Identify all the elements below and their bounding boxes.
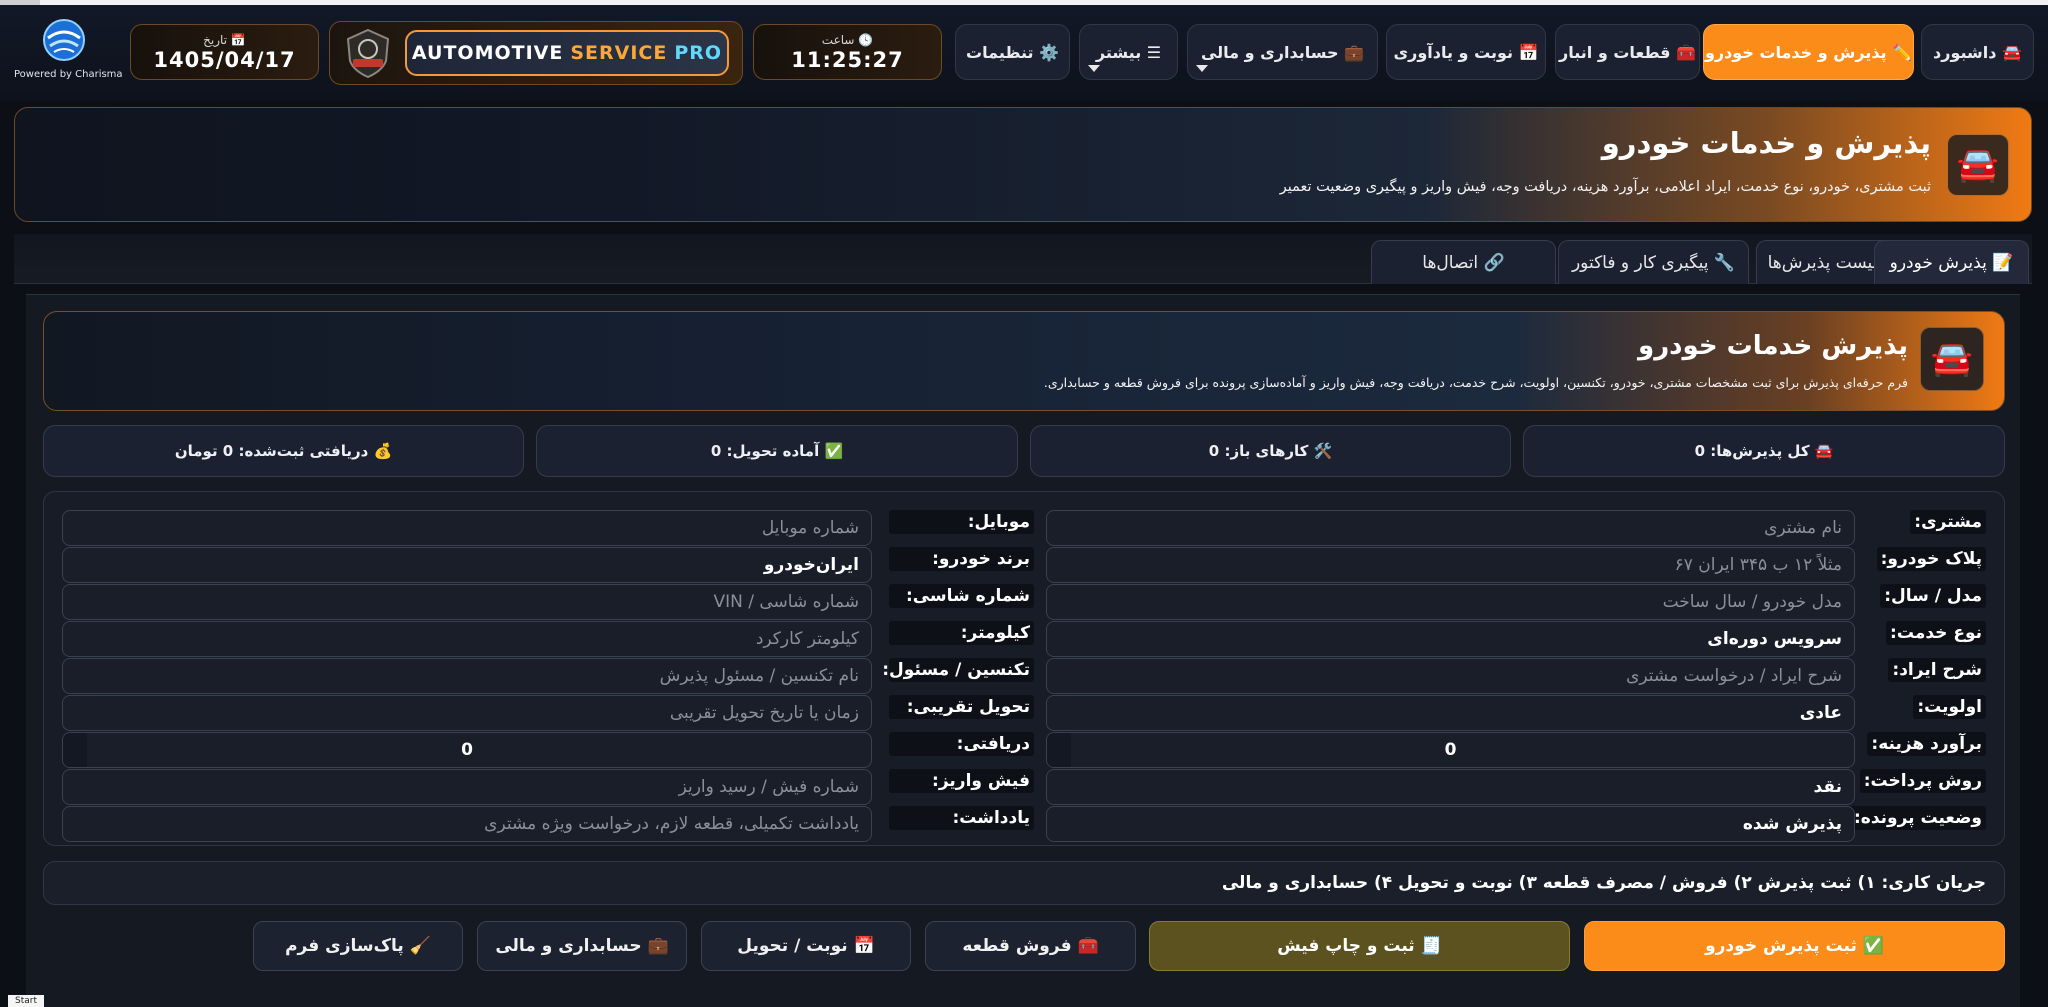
stat-received-payments: 💰 دریافتی ثبت‌شده: 0 تومان xyxy=(43,425,524,477)
clock-label: 🕓 ساعت xyxy=(821,32,874,47)
delivery-time-input[interactable]: زمان یا تاریخ تحویل تقریبی xyxy=(62,695,872,731)
plate-input[interactable]: مثلاً ۱۲ ب ۳۴۵ ایران ۶۷ xyxy=(1046,547,1855,583)
label-model-year: مدل / سال: xyxy=(1880,584,1986,608)
page-subtitle: ثبت مشتری، خودرو، نوع خدمت، ایراد اعلامی… xyxy=(1279,179,1931,195)
nav-appointments-label: 📅 نوبت و یادآوری xyxy=(1393,42,1539,62)
accounting-button[interactable]: 💼 حسابداری و مالی xyxy=(477,921,687,971)
technician-input[interactable]: نام تکنسین / مسئول پذیرش xyxy=(62,658,872,694)
print-receipt-button[interactable]: 🧾 ثبت و چاپ فیش xyxy=(1149,921,1570,971)
start-button[interactable]: Start xyxy=(8,995,44,1007)
workflow-bar: جریان کاری: ۱) ثبت پذیرش ۲) فروش / مصرف … xyxy=(43,861,2005,905)
car-icon: 🚘 xyxy=(1920,327,1984,391)
page-title: پذیرش و خدمات خودرو xyxy=(1601,126,1931,160)
label-vin: شماره شاسی: xyxy=(889,584,1034,608)
submit-reception-button[interactable]: ✅ ثبت پذیرش خودرو xyxy=(1584,921,2005,971)
nav-reception-button[interactable]: ✏️ پذیرش و خدمات خودرو xyxy=(1703,24,1914,80)
label-notes: یادداشت: xyxy=(889,806,1034,830)
label-priority: اولویت: xyxy=(1913,695,1986,719)
label-delivery-estimate: تحویل تقریبی: xyxy=(889,695,1034,719)
label-issue: شرح ایراد: xyxy=(1888,658,1986,682)
payment-method-select[interactable]: نقد xyxy=(1046,769,1855,805)
label-plate: پلاک خودرو: xyxy=(1876,547,1986,571)
top-navigation: Powered by Charisma 📅 تاریخ 1405/04/17 A… xyxy=(0,5,2048,101)
reception-form: مشتری: نام مشتری پلاک خودرو: مثلاً ۱۲ ب … xyxy=(43,491,2005,846)
chevron-down-icon xyxy=(1088,65,1100,72)
label-estimate: برآورد هزینه: xyxy=(1867,732,1986,756)
brand-banner: AUTOMOTIVE SERVICE PRO xyxy=(329,21,743,85)
nav-more-label: ☰ بیشتر xyxy=(1095,42,1162,62)
stat-ready-delivery: ✅ آماده تحویل: 0 xyxy=(536,425,1018,477)
clock-display: 🕓 ساعت 11:25:27 xyxy=(753,24,942,80)
estimate-input[interactable]: 0 xyxy=(1046,732,1855,768)
appointment-delivery-button[interactable]: 📅 نوبت / تحویل xyxy=(701,921,911,971)
label-payment-method: روش پرداخت: xyxy=(1859,769,1986,793)
label-technician: تکنسین / مسئول: xyxy=(882,658,1034,682)
page-header: 🚘 پذیرش و خدمات خودرو ثبت مشتری، خودرو، … xyxy=(14,107,2032,222)
nav-dashboard-label: 🚘 داشبورد xyxy=(1933,42,2022,62)
notes-input[interactable]: یادداشت تکمیلی، قطعه لازم، درخواست ویژه … xyxy=(62,806,872,842)
nav-settings-label: ⚙️ تنظیمات xyxy=(966,42,1059,62)
brand-emblem-icon xyxy=(346,28,390,79)
label-case-status: وضعیت پرونده: xyxy=(1849,806,1986,830)
chevron-down-icon xyxy=(1196,65,1208,72)
date-label: 📅 تاریخ xyxy=(203,32,246,47)
tab-connections[interactable]: 🔗 اتصال‌ها xyxy=(1371,240,1556,284)
brand-word-pro: PRO xyxy=(674,42,723,64)
nav-accounting-button[interactable]: 💼 حسابداری و مالی xyxy=(1187,24,1378,80)
vin-input[interactable]: شماره شاسی / VIN xyxy=(62,584,872,620)
label-mobile: موبایل: xyxy=(889,510,1034,534)
priority-select[interactable]: عادی xyxy=(1046,695,1855,731)
car-icon: 🚘 xyxy=(1947,134,2009,196)
label-mileage: کیلومتر: xyxy=(889,621,1034,645)
label-brand: برند خودرو: xyxy=(889,547,1034,571)
nav-parts-button[interactable]: 🧰 قطعات و انبار xyxy=(1555,24,1700,80)
issue-description-input[interactable]: شرح ایراد / درخواست مشتری xyxy=(1046,658,1855,694)
mileage-input[interactable]: کیلومتر کارکرد xyxy=(62,621,872,657)
nav-accounting-label: 💼 حسابداری و مالی xyxy=(1200,42,1365,62)
label-service-type: نوع خدمت: xyxy=(1886,621,1986,645)
deposit-slip-input[interactable]: شماره فیش / رسید واریز xyxy=(62,769,872,805)
service-type-select[interactable]: سرویس دوره‌ای xyxy=(1046,621,1855,657)
date-display: 📅 تاریخ 1405/04/17 xyxy=(130,24,319,80)
powered-by-text: Powered by Charisma xyxy=(14,69,123,80)
nav-dashboard-button[interactable]: 🚘 داشبورد xyxy=(1921,24,2034,80)
case-status-select[interactable]: پذیرش شده xyxy=(1046,806,1855,842)
stat-total-receptions: 🚘 کل پذیرش‌ها: 0 xyxy=(1523,425,2005,477)
nav-more-button[interactable]: ☰ بیشتر xyxy=(1079,24,1178,80)
stat-open-jobs: 🛠️ کارهای باز: 0 xyxy=(1030,425,1511,477)
nav-parts-label: 🧰 قطعات و انبار xyxy=(1559,42,1696,62)
label-received: دریافتی: xyxy=(889,732,1034,756)
nav-settings-button[interactable]: ⚙️ تنظیمات xyxy=(955,24,1070,80)
brand-title: AUTOMOTIVE SERVICE PRO xyxy=(405,30,729,76)
charisma-logo: Powered by Charisma xyxy=(14,18,123,88)
section-subtitle: فرم حرفه‌ای پذیرش برای ثبت مشخصات مشتری،… xyxy=(1043,375,1908,390)
brand-select[interactable]: ایران‌خودرو xyxy=(62,547,872,583)
label-customer: مشتری: xyxy=(1910,510,1986,534)
model-year-input[interactable]: مدل خودرو / سال ساخت xyxy=(1046,584,1855,620)
mobile-input[interactable]: شماره موبایل xyxy=(62,510,872,546)
customer-name-input[interactable]: نام مشتری xyxy=(1046,510,1855,546)
date-value: 1405/04/17 xyxy=(153,47,296,72)
section-title: پذیرش خدمات خودرو xyxy=(1638,331,1908,361)
clock-value: 11:25:27 xyxy=(791,47,904,72)
sell-parts-button[interactable]: 🧰 فروش قطعه xyxy=(925,921,1136,971)
brand-word-automotive: AUTOMOTIVE xyxy=(411,42,564,64)
tab-bar: 🔗 اتصال‌ها 🔧 پیگیری کار و فاکتور 📋 لیست … xyxy=(14,234,2032,284)
tab-job-tracking[interactable]: 🔧 پیگیری کار و فاکتور xyxy=(1558,240,1749,284)
received-amount-input[interactable]: 0 xyxy=(62,732,872,768)
label-deposit-slip: فیش واریز: xyxy=(889,769,1034,793)
nav-appointments-button[interactable]: 📅 نوبت و یادآوری xyxy=(1386,24,1546,80)
nav-reception-label: ✏️ پذیرش و خدمات خودرو xyxy=(1704,42,1913,62)
clear-form-button[interactable]: 🧹 پاک‌سازی فرم xyxy=(253,921,463,971)
brand-word-service: SERVICE xyxy=(570,42,668,64)
section-header: 🚘 پذیرش خدمات خودرو فرم حرفه‌ای پذیرش بر… xyxy=(43,311,2005,411)
tab-vehicle-reception[interactable]: 📝 پذیرش خودرو xyxy=(1874,240,2029,284)
globe-logo-icon xyxy=(43,19,85,61)
